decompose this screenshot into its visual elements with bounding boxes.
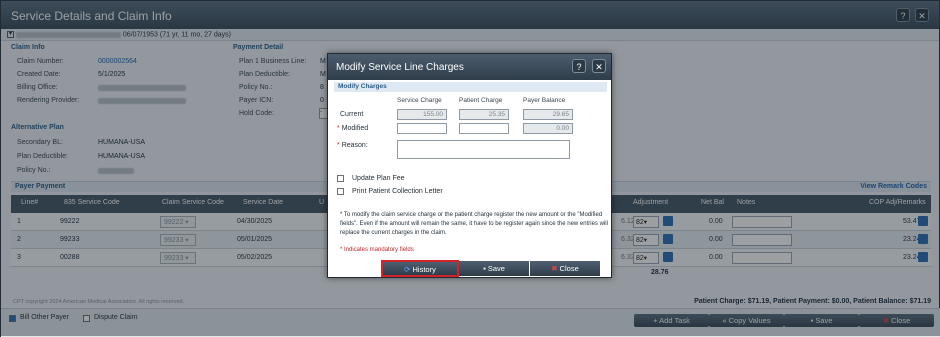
patient-charge-header: Patient Charge [459,97,503,104]
dialog-close-button[interactable]: ✖ Close [530,261,600,276]
reason-textarea[interactable] [397,140,570,159]
save-icon: ▪ [483,264,486,273]
modified-label-text: Modified [341,125,369,132]
current-label: Current [340,111,364,118]
modify-note: * To modify the claim service charge or … [340,212,608,236]
current-service-charge: 155.00 [397,109,447,120]
modified-payer-balance: 0.00 [523,123,573,134]
close-x-icon: ✖ [551,264,558,273]
payer-balance-header: Payer Balance [523,97,566,104]
dialog-close-icon[interactable]: ✕ [592,59,606,73]
update-plan-fee-checkbox[interactable] [337,175,344,182]
required-marker: * [337,125,340,132]
dialog-save-label: Save [487,264,505,273]
reason-label: * Reason: [337,142,368,149]
dialog-titlebar: Modify Service Line Charges ? ✕ [328,54,611,80]
modify-charges-dialog: Modify Service Line Charges ? ✕ Modify C… [327,53,612,278]
history-icon: ⟳ [404,265,411,274]
update-plan-fee-label: Update Plan Fee [352,175,405,182]
history-label: History [412,265,436,274]
dialog-close-label: Close [559,264,579,273]
service-charge-header: Service Charge [397,97,442,104]
required-marker: * [337,142,340,149]
print-letter-label: Print Patient Collection Letter [352,188,443,195]
history-button[interactable]: ⟳ History [381,260,459,277]
reason-label-text: Reason: [341,142,368,149]
mandatory-note: * Indicates mandatory fields [340,247,414,253]
print-letter-checkbox[interactable] [337,188,344,195]
dialog-save-button[interactable]: ▪ Save [459,261,529,276]
dialog-title: Modify Service Line Charges [336,62,464,73]
current-patient-charge: 25.35 [459,109,509,120]
modified-patient-charge-input[interactable] [459,123,509,134]
current-payer-balance: 29.65 [523,109,573,120]
modified-service-charge-input[interactable] [397,123,447,134]
modified-label: * Modified [337,125,368,132]
modify-charges-heading: Modify Charges [334,82,607,92]
dialog-help-icon[interactable]: ? [572,59,586,73]
